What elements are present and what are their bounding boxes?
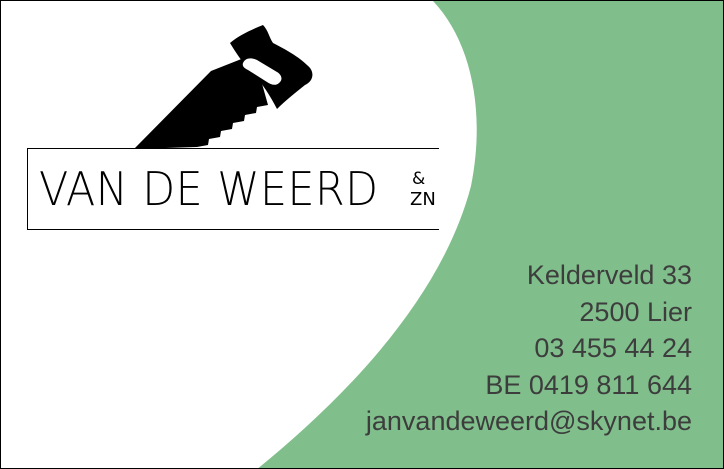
company-name-box: VAN DE WEERD & ZN: [27, 148, 439, 230]
company-name: VAN DE WEERD: [39, 162, 379, 216]
email-address: janvandeweerd@skynet.be: [365, 406, 692, 436]
vat-number: BE 0419 811 644: [485, 369, 692, 400]
phone-number: 03 455 44 24: [534, 333, 692, 363]
company-suffix: ZN: [410, 189, 436, 210]
company-ampersand: &: [412, 169, 426, 189]
business-card: VAN DE WEERD & ZN Kelderveld 33 2500 Lie…: [0, 0, 724, 469]
contact-details: Kelderveld 33 2500 Lier 03 455 44 24 BE …: [366, 257, 692, 440]
hand-saw-icon: [134, 25, 313, 149]
street-address: Kelderveld 33: [526, 260, 692, 290]
city-address: 2500 Lier: [579, 296, 692, 327]
